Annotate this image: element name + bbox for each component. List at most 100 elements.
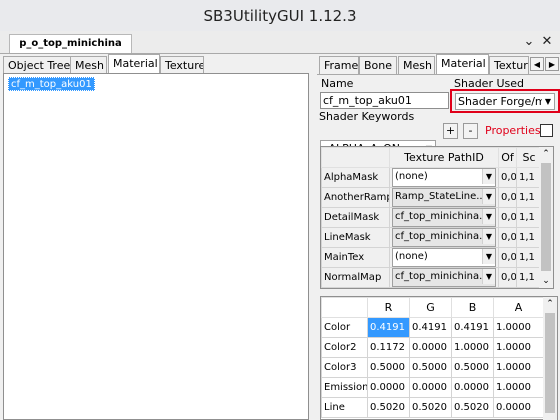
chevron-down-icon: ▼	[482, 189, 495, 204]
texture-header-offset[interactable]: Of	[498, 147, 517, 168]
color-cell-r[interactable]: 0.5000	[367, 357, 410, 378]
list-item-selected[interactable]: cf_m_top_aku01	[8, 77, 95, 91]
tab-scroll-left-button[interactable]: ◀	[530, 57, 544, 71]
chevron-down-icon[interactable]: ⌄	[521, 34, 537, 50]
divider	[317, 74, 560, 75]
texture-header-path[interactable]: Texture PathID	[389, 147, 499, 168]
color-cell-a[interactable]: 1.0000	[493, 317, 544, 338]
tab-material[interactable]: Material	[108, 54, 160, 74]
texture-header-blank	[321, 147, 390, 168]
properties-checkbox[interactable]	[540, 124, 553, 137]
color-header-blank	[321, 297, 368, 318]
texture-offset[interactable]: 0,0	[498, 247, 517, 268]
scroll-up-icon[interactable]: ⌃	[543, 297, 557, 311]
name-label: Name	[321, 77, 354, 90]
texture-scale[interactable]: 1,1	[516, 267, 542, 288]
texture-combo-value: cf_top_minichina...	[395, 231, 489, 242]
texture-scale[interactable]: 1,1	[516, 247, 542, 268]
tab-object-tree[interactable]: Object Tree	[3, 56, 71, 74]
texture-combo-value: (none)	[395, 251, 428, 262]
texture-combo[interactable]: (none) ▼	[392, 168, 496, 187]
color-cell-b[interactable]: 0.4191	[451, 317, 494, 338]
tab-frame[interactable]: Frame	[319, 56, 359, 74]
add-keyword-button[interactable]: +	[443, 123, 458, 139]
texture-offset[interactable]: 0,0	[498, 267, 517, 288]
color-cell-g[interactable]: 0.0000	[409, 377, 452, 398]
texture-cell[interactable]: cf_top_minichina... ▼	[389, 267, 499, 288]
texture-cell[interactable]: cf_top_minichina... ▼	[389, 207, 499, 228]
shader-used-dropdown[interactable]: Shader Forge/m ▼	[455, 93, 555, 110]
color-cell-a[interactable]: 1.0000	[493, 337, 544, 358]
color-header-b[interactable]: B	[451, 297, 494, 318]
texture-cell[interactable]: Ramp_StateLine... ▼	[389, 187, 499, 208]
shader-used-value: Shader Forge/m	[458, 95, 546, 108]
color-cell-g[interactable]: 0.4191	[409, 317, 452, 338]
tab-bone[interactable]: Bone	[359, 56, 397, 74]
scrollbar-thumb[interactable]	[541, 163, 551, 271]
color-cell-a[interactable]: 1.0000	[493, 357, 544, 378]
texture-row-name: MainTex	[321, 247, 390, 268]
texture-row-name: AnotherRamp	[321, 187, 390, 208]
tab-texture-right[interactable]: Texture	[489, 56, 529, 74]
color-cell-b[interactable]: 0.5020	[451, 397, 494, 418]
color-header-a[interactable]: A	[493, 297, 544, 318]
tab-scroll-right-button[interactable]: ▶	[545, 57, 559, 71]
material-list[interactable]: cf_m_top_aku01	[3, 73, 309, 420]
texture-offset[interactable]: 0,0	[498, 227, 517, 248]
color-header-g[interactable]: G	[409, 297, 452, 318]
document-tab[interactable]: p_o_top_minichina	[9, 34, 132, 53]
chevron-down-icon: ▼	[482, 269, 495, 284]
texture-combo[interactable]: (none) ▼	[392, 248, 496, 267]
texture-header-scale[interactable]: Sc	[516, 147, 542, 168]
texture-grid-scrollbar[interactable]: ⌃ ⌄	[539, 147, 553, 288]
color-row-name: Color3	[321, 357, 368, 378]
texture-combo[interactable]: cf_top_minichina... ▼	[392, 208, 496, 227]
texture-scale[interactable]: 1,1	[516, 187, 542, 208]
texture-combo[interactable]: cf_top_minichina... ▼	[392, 268, 496, 287]
tab-mesh-right[interactable]: Mesh	[398, 56, 435, 74]
scrollbar-thumb[interactable]	[545, 313, 555, 413]
color-grid-scrollbar[interactable]: ⌃	[543, 297, 557, 420]
color-row-name: Color2	[321, 337, 368, 358]
color-header-r[interactable]: R	[367, 297, 410, 318]
texture-combo-value: (none)	[395, 171, 428, 182]
texture-combo[interactable]: cf_top_minichina... ▼	[392, 228, 496, 247]
color-cell-b[interactable]: 0.0000	[451, 377, 494, 398]
color-cell-b[interactable]: 1.0000	[451, 337, 494, 358]
color-cell-r[interactable]: 0.0000	[367, 377, 410, 398]
texture-combo[interactable]: Ramp_StateLine... ▼	[392, 188, 496, 207]
scroll-up-icon[interactable]: ⌃	[539, 147, 553, 161]
texture-table: Texture PathID Of Sc AlphaMask (none) ▼ 0…	[321, 147, 542, 288]
texture-row-name: AlphaMask	[321, 167, 390, 188]
tab-texture[interactable]: Texture	[160, 56, 204, 74]
window-title-bar: SB3UtilityGUI 1.12.3	[0, 0, 560, 31]
chevron-down-icon: ▼	[482, 209, 495, 224]
texture-cell[interactable]: (none) ▼	[389, 167, 499, 188]
material-name-field[interactable]: cf_m_top_aku01	[320, 92, 449, 109]
color-cell-r-selected[interactable]: 0.4191	[367, 317, 410, 338]
color-cell-a[interactable]: 1.0000	[493, 377, 544, 398]
tab-mesh[interactable]: Mesh	[70, 56, 107, 74]
remove-keyword-button[interactable]: -	[463, 123, 478, 139]
color-cell-g[interactable]: 0.5000	[409, 357, 452, 378]
scroll-down-icon[interactable]: ⌄	[539, 274, 553, 288]
tab-material-right[interactable]: Material	[436, 54, 489, 74]
texture-cell[interactable]: cf_top_minichina... ▼	[389, 227, 499, 248]
texture-scale[interactable]: 1,1	[516, 227, 542, 248]
texture-scale[interactable]: 1,1	[516, 207, 542, 228]
color-cell-r[interactable]: 0.5020	[367, 397, 410, 418]
color-row-name: Color	[321, 317, 368, 338]
color-cell-g[interactable]: 0.5020	[409, 397, 452, 418]
color-cell-b[interactable]: 0.5000	[451, 357, 494, 378]
color-cell-g[interactable]: 0.0000	[409, 337, 452, 358]
texture-offset[interactable]: 0,0	[498, 207, 517, 228]
color-cell-a[interactable]: 0.0000	[493, 397, 544, 418]
chevron-down-icon: ▼	[482, 169, 495, 184]
texture-cell[interactable]: (none) ▼	[389, 247, 499, 268]
color-cell-r[interactable]: 0.1172	[367, 337, 410, 358]
color-row-name: Emission	[321, 377, 368, 398]
texture-offset[interactable]: 0,0	[498, 167, 517, 188]
texture-scale[interactable]: 1,1	[516, 167, 542, 188]
close-icon[interactable]: ✕	[539, 34, 555, 50]
texture-offset[interactable]: 0,0	[498, 187, 517, 208]
